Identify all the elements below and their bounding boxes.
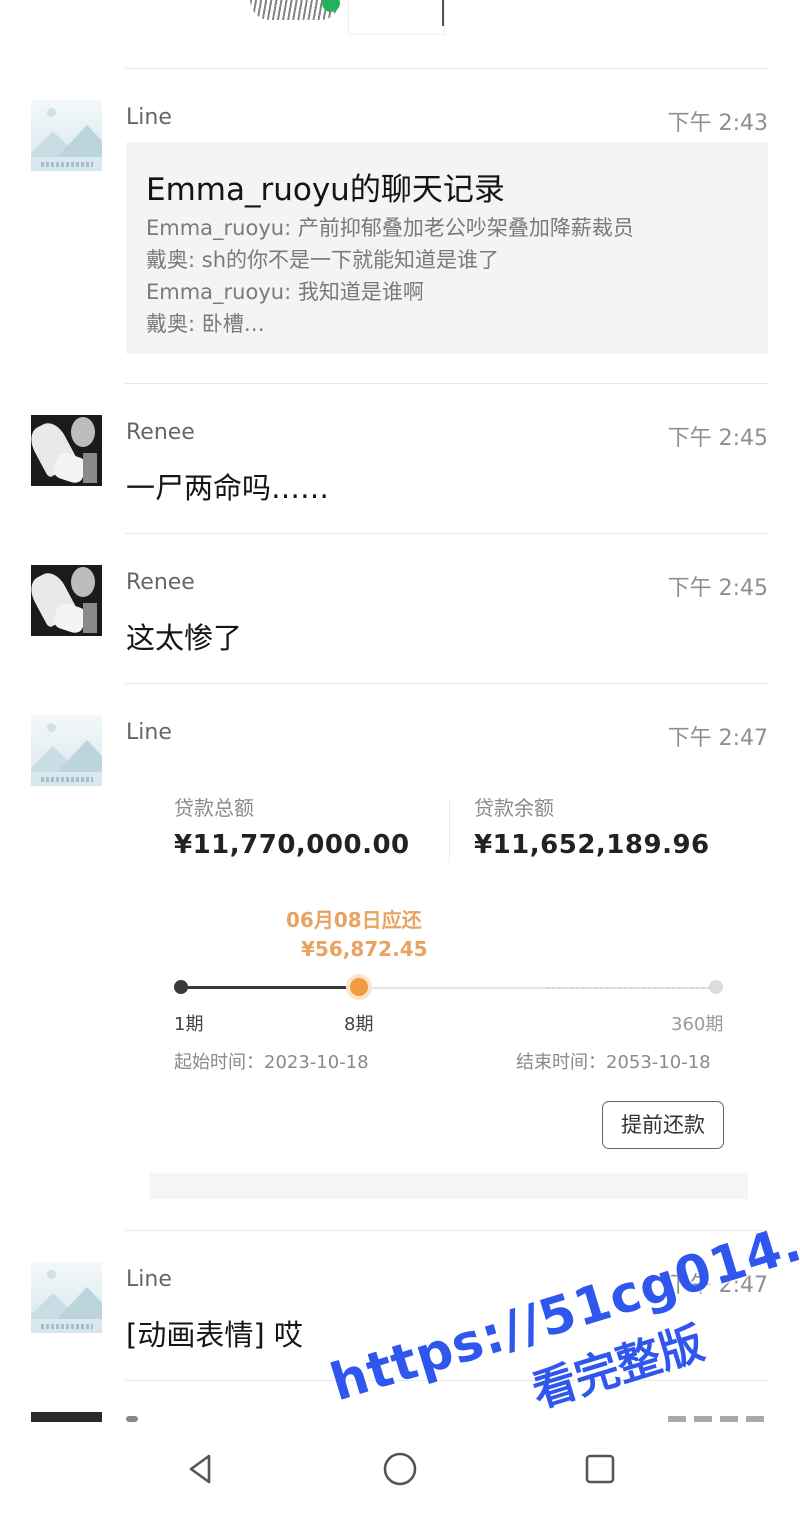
loan-total-value: ¥11,770,000.00 [174,830,410,860]
divider [125,683,768,684]
image-fragment-box [348,0,445,35]
photo-shape [71,567,95,597]
divider [125,1230,768,1231]
circle-home-icon [383,1452,417,1486]
due-date-label: 06月08日应还 [286,908,422,932]
message-item: Line 下午 2:43 Emma_ruoyu的聊天记录 Emma_ruoyu:… [0,100,800,360]
square-recents-icon [585,1454,615,1484]
message-item: Renee 下午 2:45 这太惨了 [0,565,800,665]
current-period-label: 8期 [344,1014,374,1035]
message-time: 下午 2:47 [667,726,768,751]
start-period-label: 1期 [174,1014,204,1035]
message-time: 下午 2:45 [667,576,768,601]
forwarded-line: 戴奥: 卧槽… [146,312,265,336]
sender-name: Renee [126,420,195,445]
due-amount: ¥56,872.45 [301,937,428,961]
loan-total-label: 贷款总额 [174,796,254,820]
message-time: 下午 2:43 [667,111,768,136]
avatar-caption [41,162,93,167]
avatar-caption [41,1324,93,1329]
repayment-progress-fill [181,986,361,989]
forwarded-chat-card[interactable]: Emma_ruoyu的聊天记录 Emma_ruoyu: 产前抑郁叠加老公吵架叠加… [126,142,768,354]
back-button[interactable] [175,1446,225,1492]
avatar-fragment [31,1412,102,1422]
avatar-renee[interactable] [31,415,102,486]
end-period-dot [709,980,723,994]
prepay-button[interactable]: 提前还款 [602,1101,724,1149]
sender-name: Line [126,105,172,130]
message-text[interactable]: [动画表情] 哎 [126,1312,303,1354]
end-time-label: 结束时间：2053-10-18 [516,1052,711,1073]
triangle-back-icon [189,1454,211,1484]
current-period-dot [350,978,368,996]
loan-remaining-value: ¥11,652,189.96 [474,830,710,860]
divider [125,383,768,384]
sun-shape [47,723,56,732]
recents-button[interactable] [575,1446,625,1492]
divider [125,68,768,69]
message-item: Renee 下午 2:45 一尸两命吗…… [0,415,800,515]
forwarded-line: 戴奥: sh的你不是一下就能知道是谁了 [146,248,499,272]
next-message-fragment [0,1408,800,1422]
sun-shape [47,108,56,117]
forwarded-line: Emma_ruoyu: 产前抑郁叠加老公吵架叠加降薪裁员 [146,216,634,240]
divider [125,1380,768,1381]
mountain-shape [57,125,102,157]
home-button[interactable] [375,1446,425,1492]
mountain-shape [57,740,102,772]
start-period-dot [174,980,188,994]
sun-shape [47,1270,56,1279]
end-period-label: 360期 [671,1014,724,1035]
system-navigation-bar [0,1422,800,1516]
avatar-line[interactable] [31,1262,102,1333]
message-text[interactable]: 这太惨了 [126,615,242,657]
message-time: 下午 2:47 [667,1273,768,1298]
photo-shape [71,417,95,447]
photo-shape [83,603,97,633]
message-text[interactable]: 一尸两命吗…… [126,465,329,507]
forwarded-line: Emma_ruoyu: 我知道是谁啊 [146,280,424,304]
screenshot-bottom-strip [150,1173,748,1199]
mountain-shape [57,1287,102,1319]
loan-remaining-label: 贷款余额 [474,796,554,820]
loan-screenshot-image[interactable]: 贷款总额 ¥11,770,000.00 贷款余额 ¥11,652,189.96 … [126,770,768,1210]
avatar-line[interactable] [31,715,102,786]
sender-name: Line [126,1267,172,1292]
green-logo-icon [322,0,340,12]
avatar-renee[interactable] [31,565,102,636]
sender-name: Line [126,720,172,745]
avatar-caption [41,777,93,782]
message-item: Line 下午 2:47 [动画表情] 哎 [0,1262,800,1362]
photo-shape [83,453,97,483]
cursor-line [442,0,444,26]
message-time: 下午 2:45 [667,426,768,451]
divider [125,533,768,534]
avatar-line[interactable] [31,100,102,171]
start-time-label: 起始时间：2023-10-18 [174,1052,369,1073]
forwarded-chat-title: Emma_ruoyu的聊天记录 [146,172,505,208]
previous-message-fragment [0,0,800,40]
loan-divider [449,800,450,862]
repayment-progress-dotted [546,987,716,989]
sender-name: Renee [126,570,195,595]
